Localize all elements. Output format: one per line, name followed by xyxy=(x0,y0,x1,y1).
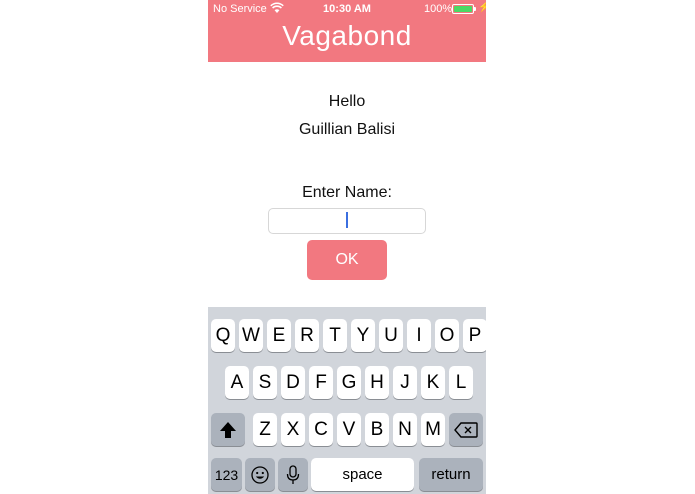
app-title: Vagabond xyxy=(282,20,412,51)
battery-icon xyxy=(452,4,474,14)
key-h[interactable]: H xyxy=(365,366,389,399)
phone-screen: No Service 10:30 AM 100% ⚡ Vagabond Hell… xyxy=(208,0,486,494)
key-y[interactable]: Y xyxy=(351,319,375,352)
key-o[interactable]: O xyxy=(435,319,459,352)
key-d[interactable]: D xyxy=(281,366,305,399)
key-g[interactable]: G xyxy=(337,366,361,399)
key-v[interactable]: V xyxy=(337,413,361,446)
return-key[interactable]: return xyxy=(419,458,483,491)
key-r[interactable]: R xyxy=(295,319,319,352)
charging-icon: ⚡ xyxy=(478,2,486,13)
numbers-key[interactable]: 123 xyxy=(211,458,242,491)
battery-percent: 100% xyxy=(424,3,453,15)
greeting-name: Guillian Balisi xyxy=(298,121,396,138)
dictation-key[interactable] xyxy=(278,458,308,491)
space-key[interactable]: space xyxy=(311,458,414,491)
emoji-icon xyxy=(251,465,269,484)
key-z[interactable]: Z xyxy=(253,413,277,446)
key-f[interactable]: F xyxy=(309,366,333,399)
microphone-icon xyxy=(286,464,300,484)
battery-cap xyxy=(474,7,476,11)
name-prompt-label: Enter Name: xyxy=(302,184,392,201)
app-header: No Service 10:30 AM 100% ⚡ Vagabond xyxy=(208,0,486,62)
battery-fill xyxy=(454,6,472,12)
key-e[interactable]: E xyxy=(267,319,291,352)
key-a[interactable]: A xyxy=(225,366,249,399)
shift-key[interactable] xyxy=(211,413,245,446)
key-u[interactable]: U xyxy=(379,319,403,352)
key-t[interactable]: T xyxy=(323,319,347,352)
greeting-hello: Hello xyxy=(328,93,366,110)
key-c[interactable]: C xyxy=(309,413,333,446)
emoji-key[interactable] xyxy=(245,458,275,491)
keyboard: 123 space return QWERTYUIOP ASDFGHJKL ZXCV… xyxy=(208,307,486,494)
key-s[interactable]: S xyxy=(253,366,277,399)
key-x[interactable]: X xyxy=(281,413,305,446)
ok-button[interactable]: OK xyxy=(307,240,387,280)
shift-arrow-icon xyxy=(220,421,236,438)
key-n[interactable]: N xyxy=(393,413,417,446)
backspace-icon xyxy=(454,421,478,438)
key-j[interactable]: J xyxy=(393,366,417,399)
key-q[interactable]: Q xyxy=(211,319,235,352)
key-i[interactable]: I xyxy=(407,319,431,352)
delete-key[interactable] xyxy=(449,413,483,446)
key-k[interactable]: K xyxy=(421,366,445,399)
key-p[interactable]: P xyxy=(463,319,486,352)
status-bar: No Service 10:30 AM 100% ⚡ xyxy=(208,0,486,18)
key-m[interactable]: M xyxy=(421,413,445,446)
key-l[interactable]: L xyxy=(449,366,473,399)
text-cursor xyxy=(346,212,348,228)
key-b[interactable]: B xyxy=(365,413,389,446)
key-w[interactable]: W xyxy=(239,319,263,352)
